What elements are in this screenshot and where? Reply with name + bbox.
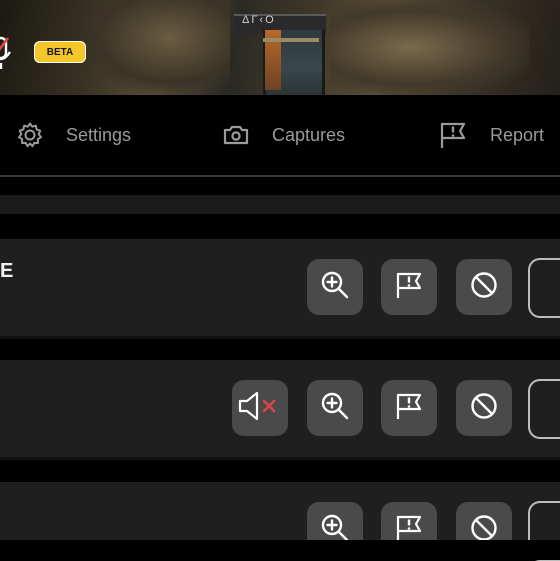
beta-badge: BETA <box>34 41 86 63</box>
speaker-muted-icon <box>237 390 283 427</box>
block-icon <box>469 270 499 305</box>
list-bottom-gap <box>0 540 560 560</box>
nav-settings[interactable]: Settings <box>16 95 131 175</box>
list-separator <box>0 336 560 339</box>
report-button[interactable] <box>381 259 437 315</box>
list-separator <box>0 457 560 460</box>
list-separator <box>0 195 560 214</box>
microphone-muted-icon[interactable] <box>0 36 16 72</box>
camera-icon <box>222 121 250 149</box>
block-button[interactable] <box>456 380 512 436</box>
more-button[interactable] <box>528 258 560 318</box>
top-nav: Settings Captures Report <box>0 95 560 175</box>
zoom-in-button[interactable] <box>307 380 363 436</box>
more-button[interactable] <box>528 379 560 439</box>
nav-captures[interactable]: Captures <box>222 95 345 175</box>
report-flag-icon <box>393 269 425 306</box>
block-icon <box>469 391 499 426</box>
list-item[interactable]: E <box>0 239 560 336</box>
report-button[interactable] <box>381 380 437 436</box>
flag-alert-icon <box>438 120 468 150</box>
unmute-button[interactable] <box>232 380 288 436</box>
nav-settings-label: Settings <box>66 124 132 145</box>
zoom-in-button[interactable] <box>307 259 363 315</box>
zoom-in-icon <box>319 269 351 306</box>
list-item-title: E <box>0 260 14 282</box>
nav-captures-label: Captures <box>272 124 346 145</box>
banner-sign-text: ΔΓ‹Ο <box>242 14 276 26</box>
zoom-in-icon <box>319 390 351 427</box>
report-flag-icon <box>393 390 425 427</box>
block-button[interactable] <box>456 259 512 315</box>
list-item[interactable] <box>0 360 560 457</box>
nav-divider <box>0 175 560 177</box>
gear-icon <box>16 121 44 149</box>
nav-report-label: Report <box>490 124 545 145</box>
nav-report[interactable]: Report <box>438 95 544 175</box>
